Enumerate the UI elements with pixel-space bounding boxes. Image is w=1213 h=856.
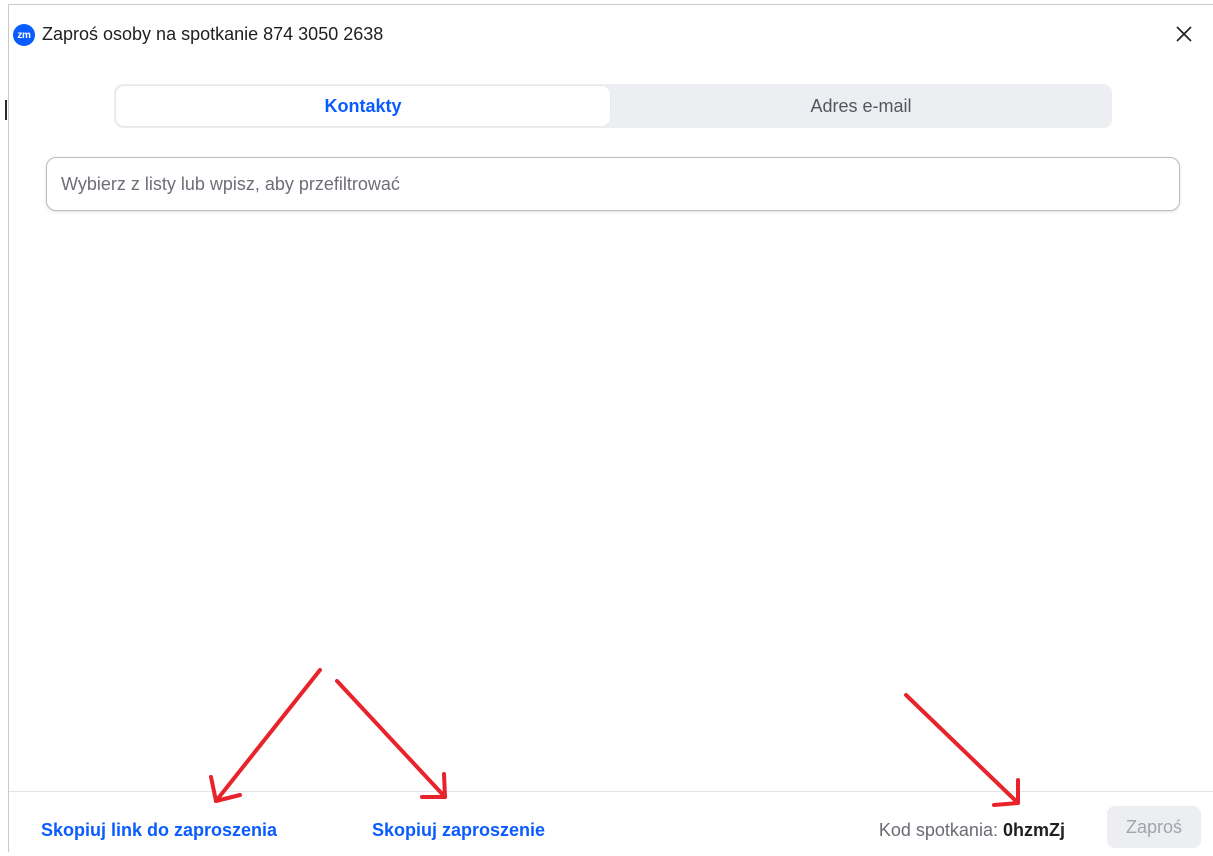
footer-divider [9, 791, 1213, 792]
invite-dialog: zm Zaproś osoby na spotkanie 874 3050 26… [8, 4, 1213, 852]
close-icon [1176, 26, 1192, 42]
copy-invitation-button[interactable]: Skopiuj zaproszenie [372, 820, 545, 841]
left-edge-mark [5, 100, 7, 120]
dialog-title: Zaproś osoby na spotkanie 874 3050 2638 [42, 24, 384, 44]
invite-mode-tabs: Kontakty Adres e-mail [114, 84, 1112, 128]
title-bar: zm Zaproś osoby na spotkanie 874 3050 26… [9, 5, 1213, 61]
copy-invite-link-button[interactable]: Skopiuj link do zaproszenia [41, 820, 277, 841]
left-edge [0, 96, 8, 856]
meeting-code-label: Kod spotkania: [878, 820, 998, 840]
invite-button[interactable]: Zaproś [1107, 806, 1201, 848]
zoom-logo-icon: zm [13, 24, 35, 46]
tab-email[interactable]: Adres e-mail [612, 86, 1110, 126]
meeting-code-value: 0hzmZj [1002, 820, 1065, 840]
tab-contacts[interactable]: Kontakty [116, 86, 610, 126]
contact-filter-input[interactable] [46, 157, 1180, 211]
close-button[interactable] [1169, 19, 1199, 49]
meeting-code: Kod spotkania: 0hzmZj [879, 820, 1065, 841]
